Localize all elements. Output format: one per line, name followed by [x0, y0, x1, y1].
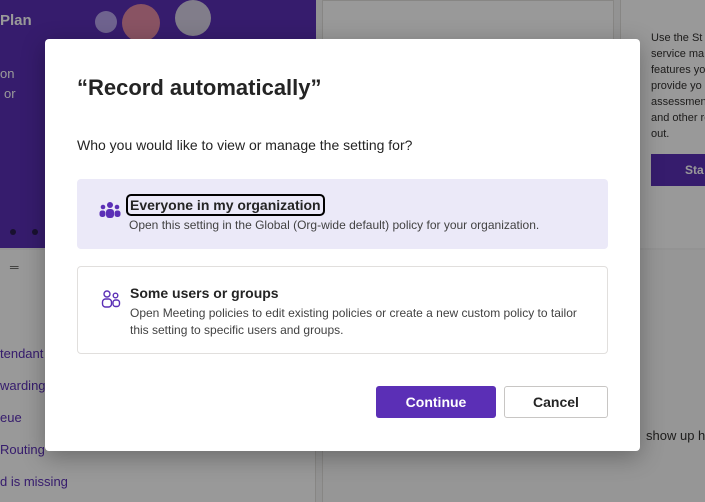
option-everyone-title[interactable]: Everyone in my organization: [126, 194, 325, 216]
option-some-users[interactable]: Some users or groups Open Meeting polici…: [77, 266, 608, 354]
option-everyone[interactable]: Everyone in my organization Open this se…: [77, 179, 608, 249]
people-team-icon: [99, 202, 121, 218]
option-everyone-description: Open this setting in the Global (Org-wid…: [129, 218, 540, 232]
dialog-question: Who you would like to view or manage the…: [77, 137, 413, 153]
cancel-button[interactable]: Cancel: [504, 386, 608, 418]
continue-button[interactable]: Continue: [376, 386, 496, 418]
record-automatically-dialog: “Record automatically” Who you would lik…: [45, 39, 640, 451]
dialog-title: “Record automatically”: [77, 75, 322, 100]
people-outline-icon: [101, 290, 121, 308]
option-some-users-title[interactable]: Some users or groups: [130, 285, 279, 301]
option-some-users-description: Open Meeting policies to edit existing p…: [130, 306, 577, 337]
